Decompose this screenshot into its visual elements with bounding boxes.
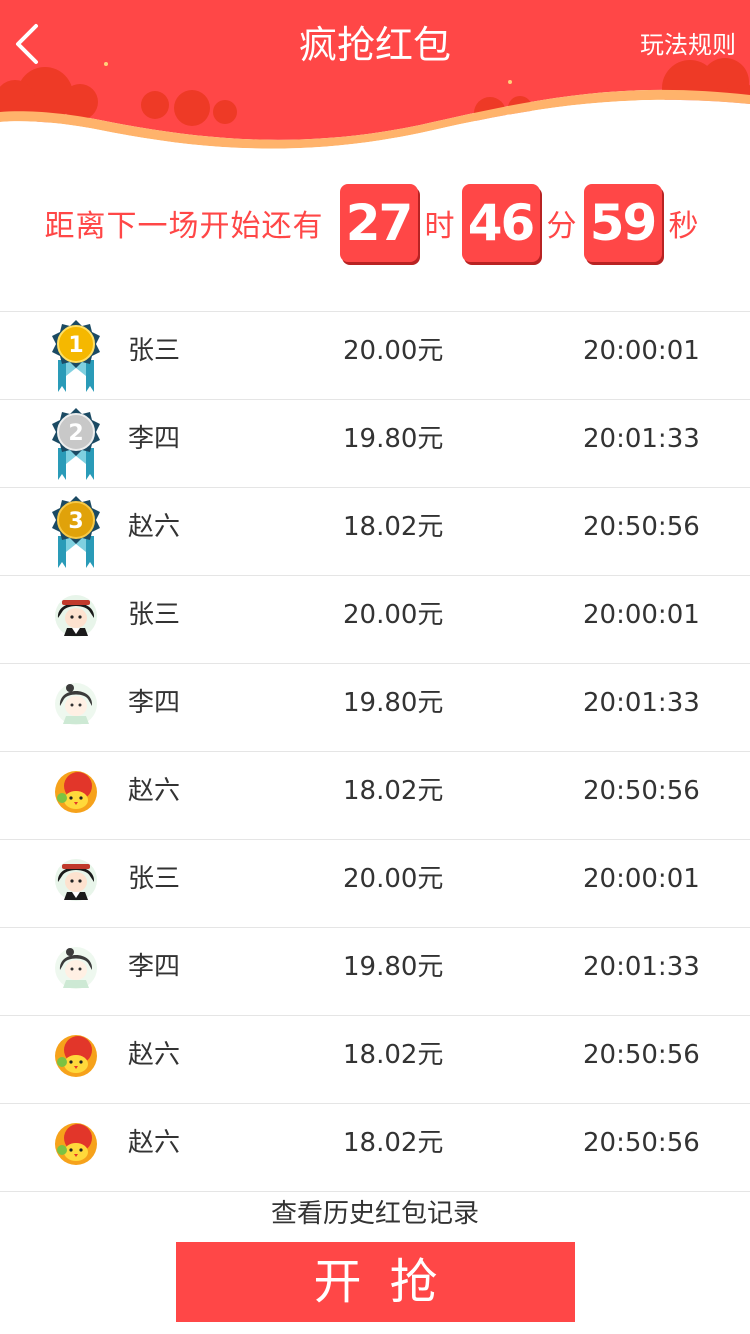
record-amount: 20.00元 [343,336,444,366]
avatar-chick-icon [46,1024,106,1096]
countdown-seconds: 59 [583,184,662,262]
list-item: 赵六 18.02元 20:50:56 [0,1016,750,1104]
list-item: 李四 19.80元 20:01:33 [0,928,750,1016]
record-time: 20:50:56 [583,776,700,806]
countdown-label: 距离下一场开始还有 [44,209,324,244]
record-time: 20:50:56 [583,512,700,542]
start-grab-button[interactable]: 开抢 [176,1242,575,1322]
record-name: 张三 [128,864,181,894]
record-amount: 19.80元 [343,424,444,454]
record-name: 赵六 [128,1128,181,1158]
history-records-link[interactable]: 查看历史红包记录 [0,1196,750,1232]
list-item: 赵六 18.02元 20:50:56 [0,1104,750,1192]
countdown-hours: 27 [339,184,418,262]
record-name: 李四 [128,688,181,718]
list-item: 张三 20.00元 20:00:01 [0,840,750,928]
record-amount: 18.02元 [343,776,444,806]
record-name: 李四 [128,424,181,454]
record-name: 张三 [128,600,181,630]
record-time: 20:00:01 [583,864,700,894]
page-title: 疯抢红包 [298,23,451,67]
svg-text:1: 1 [68,333,83,358]
record-amount: 19.80元 [343,688,444,718]
svg-text:2: 2 [68,421,83,446]
gold-medal-1-icon: 1 [46,320,106,392]
countdown-seconds-unit: 秒 [668,209,699,244]
rules-link[interactable]: 玩法规则 [640,28,736,62]
avatar-chick-icon [46,760,106,832]
record-time: 20:50:56 [583,1040,700,1070]
list-item: 1 张三 20.00元 20:00:01 [0,312,750,400]
list-item: 李四 19.80元 20:01:33 [0,664,750,752]
record-time: 20:01:33 [583,688,700,718]
list-item: 2 李四 19.80元 20:01:33 [0,400,750,488]
record-time: 20:50:56 [583,1128,700,1158]
record-amount: 19.80元 [343,952,444,982]
avatar-girl-pale-icon [46,936,106,1008]
record-amount: 18.02元 [343,1128,444,1158]
record-time: 20:01:33 [583,952,700,982]
record-time: 20:00:01 [583,336,700,366]
record-name: 李四 [128,952,181,982]
red-packet-record-list: 1 张三 20.00元 20:00:01 2 李四 19.80元 20:01:3… [0,311,750,1192]
record-amount: 18.02元 [343,512,444,542]
record-name: 赵六 [128,1040,181,1070]
countdown-timer: 距离下一场开始还有 27 时 46 分 59 秒 [0,182,750,264]
record-name: 赵六 [128,512,181,542]
record-amount: 20.00元 [343,600,444,630]
record-time: 20:00:01 [583,600,700,630]
avatar-girl-black-hair-icon [46,848,106,920]
bronze-medal-3-icon: 3 [46,496,106,568]
record-amount: 18.02元 [343,1040,444,1070]
countdown-hours-unit: 时 [424,209,455,244]
silver-medal-2-icon: 2 [46,408,106,480]
avatar-girl-black-hair-icon [46,584,106,656]
header-banner: 疯抢红包 玩法规则 [0,0,750,160]
list-item: 3 赵六 18.02元 20:50:56 [0,488,750,576]
countdown-minutes: 46 [461,184,540,262]
record-name: 赵六 [128,776,181,806]
avatar-girl-pale-icon [46,672,106,744]
avatar-chick-icon [46,1112,106,1184]
record-amount: 20.00元 [343,864,444,894]
svg-text:3: 3 [68,509,83,534]
record-time: 20:01:33 [583,424,700,454]
list-item: 赵六 18.02元 20:50:56 [0,752,750,840]
list-item: 张三 20.00元 20:00:01 [0,576,750,664]
countdown-minutes-unit: 分 [546,209,577,244]
record-name: 张三 [128,336,181,366]
